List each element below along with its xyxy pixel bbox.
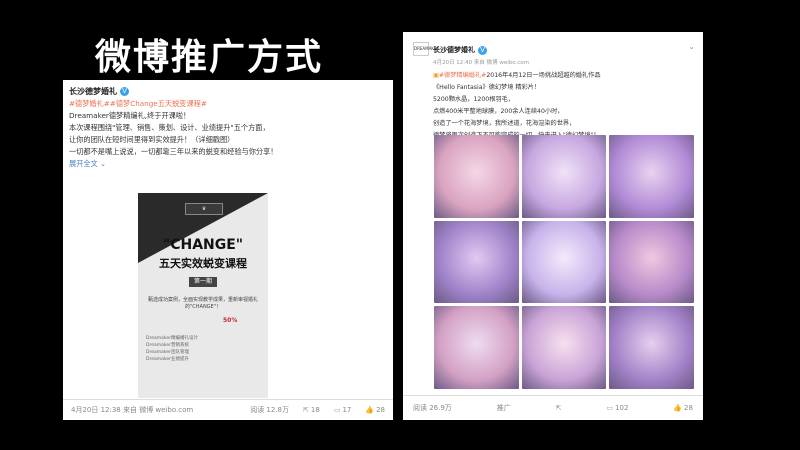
username[interactable]: 长沙德梦婚礼: [69, 86, 117, 97]
brand-logo-icon: ♛: [185, 203, 223, 215]
wedding-photo[interactable]: [434, 306, 519, 389]
promote-button[interactable]: 推广: [497, 403, 511, 413]
post-line: 点燃400米平整地球膜，200余人连续40小时，: [433, 108, 564, 115]
wedding-photo[interactable]: [609, 135, 694, 218]
expand-link[interactable]: 展开全文: [69, 159, 98, 168]
thumbs-up-icon: 👍: [365, 406, 375, 414]
post-line: 一切都不是嘴上说说，一切都靠三年以来的蜕变和经验与你分享！: [69, 147, 278, 156]
post-line: 2016年4月12日一场挑战超越的婚礼作品: [486, 72, 601, 79]
chevron-down-icon: ⌄: [97, 159, 107, 168]
post-text: ▣#德梦精编婚礼#2016年4月12日一场挑战超越的婚礼作品 《Hello Fa…: [433, 70, 698, 142]
read-count: 阅读 12.8万: [250, 405, 289, 415]
username[interactable]: 长沙德梦婚礼: [433, 45, 475, 55]
post-footer: 阅读 26.9万 推广 ⇱ ▭ 102 👍 28: [403, 395, 703, 420]
post-header: 长沙德梦婚礼 V: [69, 86, 129, 97]
post-line: 《Hello Fantasia》德幻梦境 精彩片！: [433, 84, 541, 91]
comment-button[interactable]: ▭ 17: [334, 406, 352, 414]
wedding-photo[interactable]: [434, 220, 519, 304]
verified-icon: V: [478, 45, 487, 55]
comment-count: 102: [615, 404, 629, 412]
forward-icon: ⇱: [303, 406, 309, 414]
like-count: 28: [376, 406, 385, 414]
poster-percent: 50%: [223, 317, 238, 324]
wedding-photo[interactable]: [521, 135, 607, 218]
poster-change-title: "CHANGE": [162, 237, 244, 253]
poster-list: Dreamaker精编婚礼设计 Dreamaker营销系统 Dreamaker团…: [146, 335, 260, 363]
comment-icon: ▭: [606, 404, 614, 412]
wedding-photo[interactable]: [434, 135, 519, 218]
poster-list-item: Dreamaker精编婚礼设计: [146, 336, 198, 341]
chevron-down-icon[interactable]: ⌄: [688, 42, 695, 51]
photo-grid: [434, 135, 694, 389]
slide-title: 微博推广方式: [95, 37, 324, 78]
poster-subtitle: 五天实效蜕变课程: [159, 257, 247, 270]
post-line: 创造了一个花海梦境，我所述道，花海渲染的世界，: [433, 120, 576, 127]
post-line: Dreamaker德梦精编礼,终于开课啦！: [69, 111, 191, 120]
post-line: 本次课程围绕"管理、销售、策划、设计、业绩提升"五个方面，: [69, 123, 270, 132]
like-button[interactable]: 👍 28: [365, 406, 385, 414]
wedding-photo[interactable]: [609, 220, 694, 304]
read-count: 阅读 26.9万: [413, 404, 452, 412]
forward-count: 18: [310, 406, 320, 414]
post-line: 5200颗水晶，1200根羽毛，: [433, 96, 514, 103]
post-header: 长沙德梦婚礼 V: [433, 45, 487, 55]
poster-period-badge: 第一期: [189, 277, 217, 287]
comment-count: 17: [342, 406, 352, 414]
verified-icon: V: [120, 87, 129, 96]
wedding-photo[interactable]: [521, 306, 607, 389]
forward-button[interactable]: ⇱: [556, 404, 562, 412]
wedding-photo[interactable]: [609, 306, 694, 389]
poster-list-item: Dreamaker营销系统: [146, 343, 189, 348]
forward-icon: ⇱: [555, 404, 562, 412]
post-meta: 4月20日 12:40 来自 微博 weibo.com: [433, 60, 530, 66]
avatar[interactable]: DREAMAKER: [413, 42, 439, 56]
poster-list-item: Dreamaker业绩提升: [146, 357, 189, 362]
wedding-photo[interactable]: [521, 220, 607, 304]
thumbs-up-icon: 👍: [673, 404, 683, 412]
post-source: 4月20日 12:38 来自 微博 weibo.com: [71, 406, 194, 414]
poster-description: 甄选成功案例，全面实现教学成果，重新审视婚礼的"CHANGE"！: [147, 297, 258, 310]
like-button[interactable]: 👍 28: [673, 404, 693, 412]
weibo-post-wedding: DREAMAKER 长沙德梦婚礼 V 4月20日 12:40 来自 微博 wei…: [403, 32, 703, 420]
hashtag-line[interactable]: #德梦婚礼##德梦Change五天蜕变课程#: [69, 98, 387, 110]
weibo-post-course: 长沙德梦婚礼 V #德梦婚礼##德梦Change五天蜕变课程# Dreamake…: [63, 80, 393, 420]
post-footer: 4月20日 12:38 来自 微博 weibo.com 阅读 12.8万 ⇱ 18…: [63, 399, 393, 420]
poster-list-item: Dreamaker团队管理: [146, 350, 189, 355]
post-line: 让你的团队在短时间里得到实效提升！（详细戳图）: [69, 135, 235, 144]
forward-button[interactable]: ⇱ 18: [303, 406, 320, 414]
comment-button[interactable]: ▭ 102: [606, 404, 628, 412]
comment-icon: ▭: [333, 406, 341, 414]
post-text: #德梦婚礼##德梦Change五天蜕变课程# Dreamaker德梦精编礼,终于…: [69, 98, 387, 170]
hashtag[interactable]: #德梦精编婚礼#: [439, 72, 487, 79]
course-poster-image[interactable]: ♛ "CHANGE" 五天实效蜕变课程 第一期 甄选成功案例，全面实现教学成果，…: [138, 193, 268, 398]
like-count: 28: [684, 404, 693, 412]
read-count-text: 阅读 12.8万: [250, 406, 290, 414]
